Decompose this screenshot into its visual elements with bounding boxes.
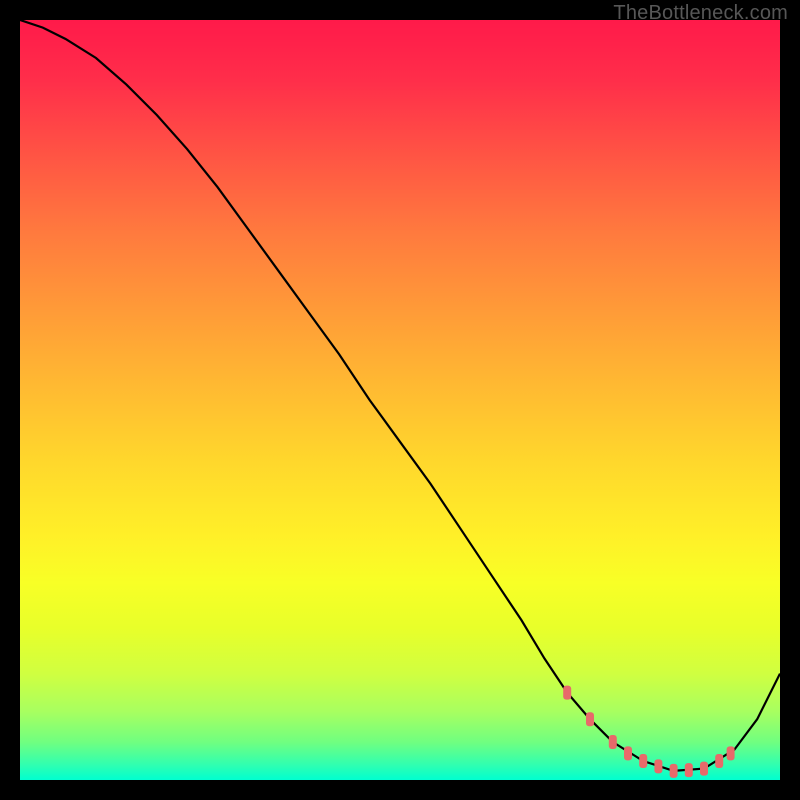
marker-dot	[624, 746, 632, 760]
marker-dot	[670, 764, 678, 778]
marker-dot	[685, 763, 693, 777]
marker-dot	[700, 762, 708, 776]
marker-dot	[609, 735, 617, 749]
chart-container: TheBottleneck.com	[0, 0, 800, 800]
bottleneck-curve	[20, 20, 780, 771]
watermark-text: TheBottleneck.com	[613, 2, 788, 25]
marker-dot	[654, 759, 662, 773]
marker-dot	[715, 754, 723, 768]
highlight-markers	[563, 686, 734, 778]
marker-dot	[586, 712, 594, 726]
marker-dot	[563, 686, 571, 700]
marker-dot	[727, 746, 735, 760]
marker-dot	[639, 754, 647, 768]
chart-svg	[20, 20, 780, 780]
plot-area	[20, 20, 780, 780]
